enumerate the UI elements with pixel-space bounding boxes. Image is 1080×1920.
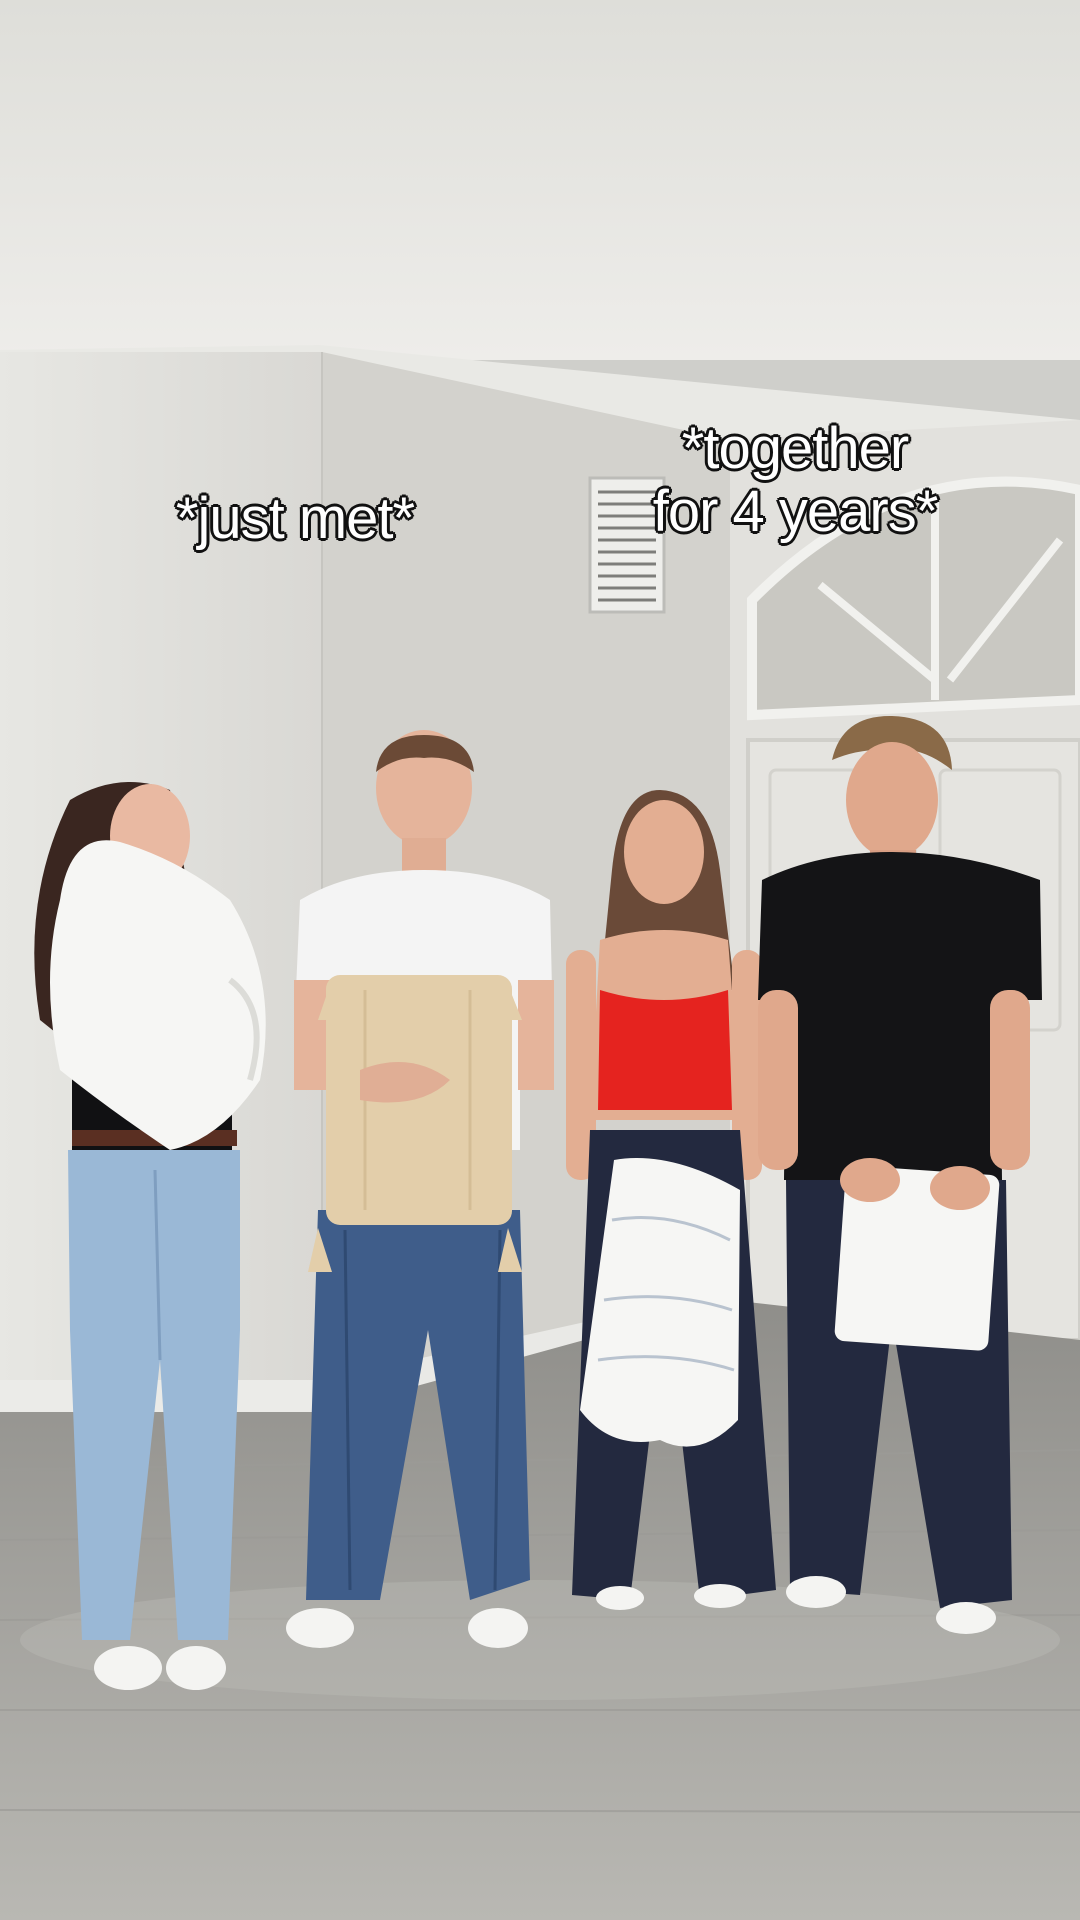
caption-just-met: *just met* bbox=[175, 486, 415, 551]
caption-together-4-years: *together for 4 years* bbox=[610, 416, 980, 544]
ceiling bbox=[0, 0, 1080, 360]
room-scene bbox=[0, 0, 1080, 1920]
pillow-beige-tassel bbox=[326, 975, 512, 1225]
caption-right-line-2: for 4 years* bbox=[652, 478, 939, 544]
caption-right-line-1: *together bbox=[681, 416, 909, 481]
video-frame: *just met* *together for 4 years* bbox=[0, 0, 1080, 1920]
baseboard-left bbox=[0, 1380, 322, 1414]
